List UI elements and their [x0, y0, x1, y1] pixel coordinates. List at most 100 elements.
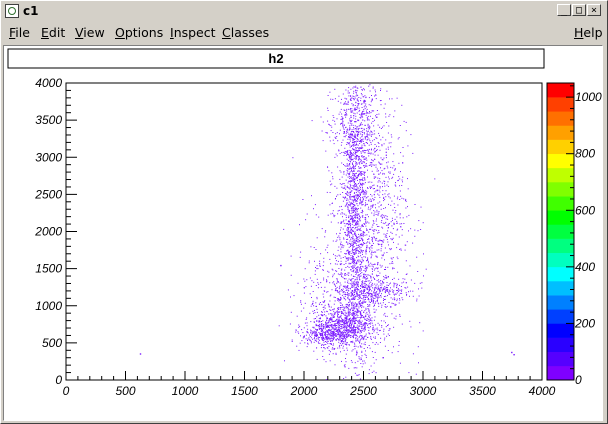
scatter-point: [346, 303, 348, 305]
scatter-point: [340, 123, 342, 125]
scatter-point: [333, 214, 335, 216]
scatter-point: [332, 98, 334, 100]
scatter-point: [369, 162, 371, 164]
scatter-point: [343, 132, 345, 134]
scatter-point: [314, 312, 316, 314]
scatter-point: [342, 257, 344, 258]
scatter-point: [367, 277, 369, 279]
scatter-point: [316, 305, 317, 307]
scatter-point: [361, 139, 363, 140]
scatter-point: [307, 342, 309, 344]
scatter-point: [357, 271, 359, 273]
scatter-point: [371, 317, 373, 319]
scatter-point: [335, 257, 336, 259]
scatter-point: [358, 194, 360, 196]
title-bar[interactable]: c1 _ □ ×: [3, 3, 603, 19]
scatter-point: [380, 250, 382, 252]
menu-classes[interactable]: Classes: [222, 25, 269, 40]
menu-view[interactable]: View: [75, 25, 105, 40]
scatter-point: [316, 330, 318, 332]
scatter-point: [345, 112, 347, 114]
scatter-point: [358, 141, 360, 142]
scatter-point: [367, 287, 369, 288]
scatter-point: [360, 315, 362, 317]
scatter-point: [366, 143, 368, 144]
scatter-point: [327, 340, 329, 342]
scatter-point: [322, 314, 324, 316]
menu-options[interactable]: Options: [115, 25, 163, 40]
scatter-point: [390, 257, 392, 259]
scatter-point: [396, 216, 398, 218]
menu-help[interactable]: Help: [574, 25, 603, 40]
scatter-point: [346, 318, 347, 320]
scatter-point: [366, 119, 368, 121]
maximize-button[interactable]: □: [572, 4, 586, 16]
scatter-point: [361, 224, 363, 226]
scatter-point: [360, 100, 362, 102]
scatter-point: [346, 169, 348, 171]
scatter-point: [367, 326, 369, 328]
scatter-point: [361, 107, 363, 108]
canvas[interactable]: h2 0 500 1000 1500 2000 2500 3000 3500 4000 0 500 1…: [3, 45, 603, 421]
scatter-point: [372, 328, 374, 330]
scatter-point: [314, 333, 316, 335]
scatter-point: [319, 302, 321, 303]
scatter-point: [363, 273, 365, 275]
scatter-point: [326, 191, 328, 193]
scatter-point: [416, 298, 418, 300]
scatter-point: [377, 268, 378, 270]
scatter-point: [317, 287, 319, 289]
scatter-point: [386, 224, 388, 226]
menu-file[interactable]: File: [9, 25, 30, 40]
palette-bin: [547, 351, 574, 367]
scatter-point: [387, 132, 389, 134]
scatter-point: [357, 309, 359, 310]
scatter-point: [373, 231, 375, 232]
scatter-point: [342, 192, 344, 193]
scatter-point: [355, 270, 357, 272]
scatter-point: [388, 335, 390, 336]
scatter-point: [380, 128, 382, 129]
plot-svg[interactable]: h2 0 500 1000 1500 2000 2500 3000 3500 400005001…: [4, 46, 602, 420]
scatter-point: [352, 180, 354, 182]
scatter-point: [322, 307, 324, 308]
scatter-point: [338, 341, 340, 343]
scatter-point: [361, 115, 363, 117]
scatter-point: [383, 233, 385, 235]
scatter-point: [362, 177, 364, 179]
scatter-point: [364, 323, 366, 325]
scatter-point: [372, 118, 374, 119]
minimize-button[interactable]: _: [557, 4, 571, 16]
scatter-point: [352, 323, 354, 325]
scatter-point: [340, 229, 341, 231]
scatter-point: [353, 164, 354, 166]
scatter-point: [382, 190, 384, 192]
x-tick-label: 1500: [231, 384, 258, 398]
y-tick-label: 2000: [34, 225, 62, 239]
scatter-point: [354, 297, 356, 299]
scatter-point: [391, 302, 393, 304]
scatter-point: [398, 289, 400, 291]
scatter-point: [306, 346, 308, 348]
close-button[interactable]: ×: [587, 4, 601, 16]
scatter-point: [351, 131, 353, 132]
scatter-point: [349, 253, 350, 255]
scatter-point: [434, 178, 436, 180]
scatter-point: [373, 176, 375, 178]
scatter-point: [399, 315, 401, 317]
scatter-point: [368, 241, 370, 243]
scatter-point: [353, 145, 355, 147]
menu-inspect[interactable]: Inspect: [170, 25, 216, 40]
scatter-point: [353, 367, 355, 369]
scatter-point: [324, 348, 326, 350]
scatter-point: [356, 278, 358, 280]
scatter-point: [323, 261, 325, 263]
scatter-point: [401, 289, 403, 291]
scatter-point: [365, 256, 366, 258]
scatter-point: [354, 287, 356, 289]
scatter-point: [355, 337, 357, 339]
scatter-point: [356, 209, 358, 211]
scatter-point: [345, 326, 346, 328]
menu-edit[interactable]: Edit: [41, 25, 65, 40]
scatter-point: [373, 210, 375, 212]
